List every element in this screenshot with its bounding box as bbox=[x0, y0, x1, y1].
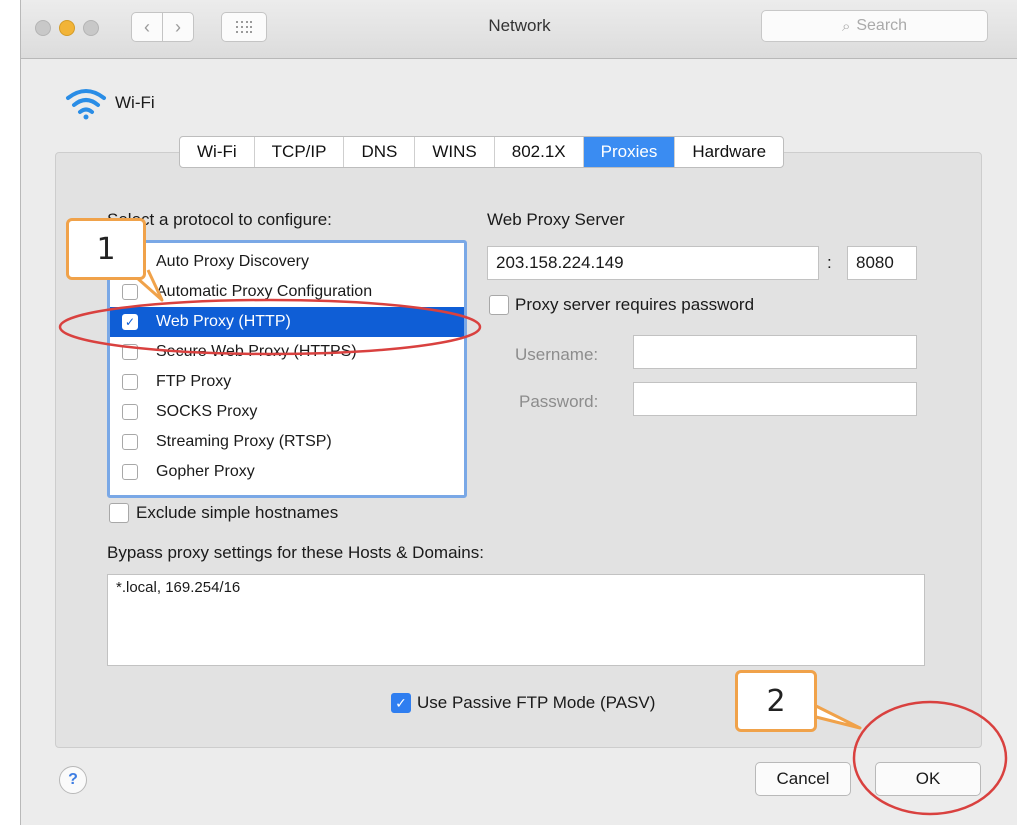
protocol-item-socks-proxy[interactable]: SOCKS Proxy bbox=[110, 397, 464, 427]
protocol-label: FTP Proxy bbox=[156, 373, 232, 390]
password-label: Password: bbox=[519, 392, 599, 411]
callout-2: 2 bbox=[735, 670, 817, 732]
protocol-checkbox[interactable] bbox=[122, 374, 138, 390]
port-separator: : bbox=[827, 253, 832, 272]
tab-tcpip[interactable]: TCP/IP bbox=[255, 137, 345, 167]
tab-bar: Wi-Fi TCP/IP DNS WINS 802.1X Proxies Har… bbox=[179, 136, 785, 168]
protocol-label: Web Proxy (HTTP) bbox=[156, 313, 291, 330]
protocol-item-auto-config[interactable]: Automatic Proxy Configuration bbox=[110, 277, 464, 307]
protocol-list[interactable]: Auto Proxy Discovery Automatic Proxy Con… bbox=[107, 240, 467, 498]
callout-1: 1 bbox=[66, 218, 146, 280]
protocol-checkbox[interactable] bbox=[122, 464, 138, 480]
tab-8021x[interactable]: 802.1X bbox=[495, 137, 584, 167]
exclude-simple-hostnames-checkbox[interactable] bbox=[109, 503, 129, 523]
protocol-label: Streaming Proxy (RTSP) bbox=[156, 433, 332, 450]
requires-password-checkbox[interactable] bbox=[489, 295, 509, 315]
protocol-label: SOCKS Proxy bbox=[156, 403, 258, 420]
protocol-item-streaming-proxy[interactable]: Streaming Proxy (RTSP) bbox=[110, 427, 464, 457]
protocol-item-secure-web-proxy[interactable]: Secure Web Proxy (HTTPS) bbox=[110, 337, 464, 367]
wifi-icon bbox=[66, 89, 106, 120]
bypass-hosts-field[interactable]: *.local, 169.254/16 bbox=[107, 574, 925, 666]
requires-password-label: Proxy server requires password bbox=[515, 295, 755, 314]
network-window: ‹ › Network ⌕ Search Wi-Fi Wi-Fi TCP/IP … bbox=[20, 0, 1017, 825]
web-proxy-server-label: Web Proxy Server bbox=[487, 210, 625, 229]
protocol-checkbox[interactable] bbox=[122, 434, 138, 450]
protocol-item-web-proxy[interactable]: Web Proxy (HTTP) bbox=[110, 307, 464, 337]
tab-dns[interactable]: DNS bbox=[344, 137, 416, 167]
proxy-port-field[interactable]: 8080 bbox=[847, 246, 917, 280]
protocol-checkbox[interactable] bbox=[122, 344, 138, 360]
tab-hardware[interactable]: Hardware bbox=[675, 137, 783, 167]
username-field[interactable] bbox=[633, 335, 917, 369]
username-label: Username: bbox=[515, 345, 599, 364]
title-bar: ‹ › Network ⌕ Search bbox=[21, 0, 1017, 59]
protocol-checkbox[interactable] bbox=[122, 314, 138, 330]
search-placeholder: Search bbox=[856, 17, 908, 34]
tab-proxies[interactable]: Proxies bbox=[583, 137, 676, 167]
protocol-label: Gopher Proxy bbox=[156, 463, 255, 480]
exclude-simple-hostnames-label: Exclude simple hostnames bbox=[136, 503, 339, 522]
cancel-button[interactable]: Cancel bbox=[755, 762, 851, 796]
protocol-checkbox[interactable] bbox=[122, 404, 138, 420]
ok-button[interactable]: OK bbox=[875, 762, 981, 796]
protocol-label: Automatic Proxy Configuration bbox=[156, 283, 373, 300]
help-button[interactable]: ? bbox=[59, 766, 87, 794]
protocol-label: Secure Web Proxy (HTTPS) bbox=[156, 343, 357, 360]
interface-header: Wi-Fi bbox=[65, 86, 155, 120]
interface-name: Wi-Fi bbox=[115, 93, 155, 112]
password-field[interactable] bbox=[633, 382, 917, 416]
passive-ftp-label: Use Passive FTP Mode (PASV) bbox=[417, 693, 656, 712]
bypass-label: Bypass proxy settings for these Hosts & … bbox=[107, 543, 484, 562]
tab-wins[interactable]: WINS bbox=[415, 137, 495, 167]
protocol-item-gopher-proxy[interactable]: Gopher Proxy bbox=[110, 457, 464, 487]
proxy-host-field[interactable]: 203.158.224.149 bbox=[487, 246, 819, 280]
protocol-checkbox[interactable] bbox=[122, 284, 138, 300]
search-field[interactable]: ⌕ Search bbox=[761, 10, 988, 42]
protocol-item-auto-discovery[interactable]: Auto Proxy Discovery bbox=[110, 247, 464, 277]
passive-ftp-checkbox[interactable] bbox=[391, 693, 411, 713]
protocol-item-ftp-proxy[interactable]: FTP Proxy bbox=[110, 367, 464, 397]
search-icon: ⌕ bbox=[841, 17, 851, 35]
protocol-label: Auto Proxy Discovery bbox=[156, 253, 309, 270]
tab-wifi[interactable]: Wi-Fi bbox=[180, 137, 255, 167]
